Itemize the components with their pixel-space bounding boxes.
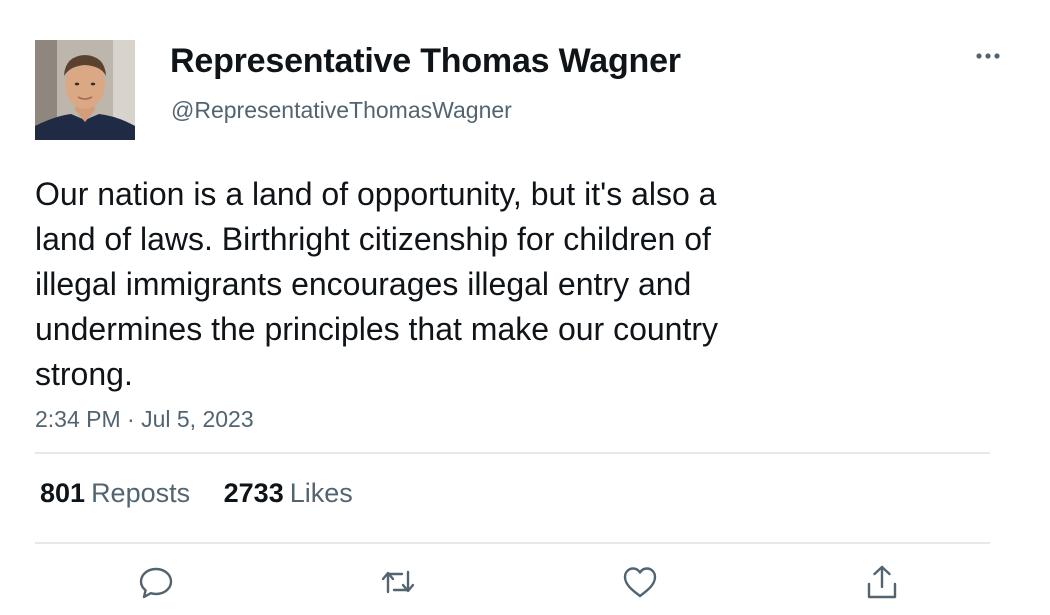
tweet-detail: Representative Thomas Wagner @Representa…	[0, 0, 1050, 615]
tweet-text-line: illegal immigrants encourages illegal en…	[35, 266, 692, 302]
divider	[35, 542, 990, 544]
repost-button[interactable]	[378, 562, 418, 602]
repost-icon	[381, 570, 415, 594]
author-display-name[interactable]: Representative Thomas Wagner	[170, 42, 681, 81]
share-icon	[867, 565, 897, 599]
reposts-stat[interactable]: 801 Reposts	[40, 478, 190, 509]
divider	[35, 452, 990, 454]
reply-button[interactable]	[136, 562, 176, 602]
reply-icon	[139, 567, 173, 599]
profile-photo	[35, 40, 135, 140]
likes-label: Likes	[289, 478, 353, 508]
engagement-stats: 801 Reposts 2733 Likes	[40, 478, 379, 509]
like-icon	[623, 567, 657, 598]
like-button[interactable]	[620, 562, 660, 602]
tweet-timestamp[interactable]: 2:34 PM · Jul 5, 2023	[35, 406, 254, 433]
tweet-text-line: land of laws. Birthright citizenship for…	[35, 221, 711, 257]
reposts-label: Reposts	[91, 478, 191, 508]
likes-stat[interactable]: 2733 Likes	[224, 478, 353, 509]
tweet-text: Our nation is a land of opportunity, but…	[35, 172, 835, 397]
author-handle[interactable]: @RepresentativeThomasWagner	[171, 97, 512, 124]
tweet-text-line: Our nation is a land of opportunity, but…	[35, 176, 717, 212]
tweet-text-line: undermines the principles that make our …	[35, 311, 719, 347]
more-options-button[interactable]	[970, 44, 1006, 68]
share-button[interactable]	[862, 562, 902, 602]
tweet-text-line: strong.	[35, 356, 133, 392]
avatar[interactable]	[35, 40, 135, 140]
reposts-count: 801	[40, 478, 86, 508]
more-horizontal-icon	[976, 53, 1000, 59]
likes-count: 2733	[223, 478, 284, 508]
